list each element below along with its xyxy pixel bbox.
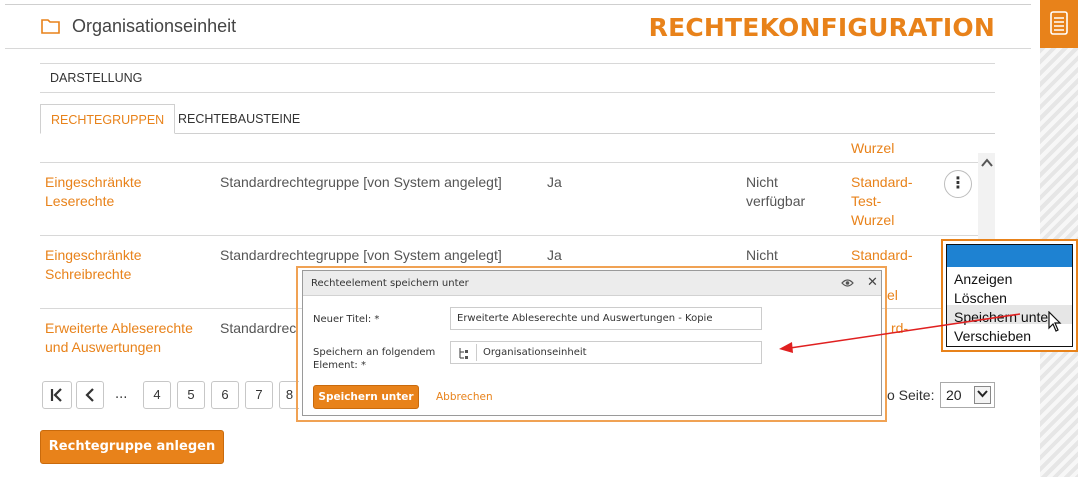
table-row-flag: Ja <box>547 247 562 263</box>
save-as-button[interactable]: Speichern unter <box>313 385 419 409</box>
page-title: Organisationseinheit <box>72 16 237 36</box>
chevron-down-icon <box>974 386 991 404</box>
tab-rechtebausteine[interactable]: RECHTEBAUSTEINE <box>168 104 310 134</box>
section-label[interactable]: DARSTELLUNG <box>50 71 142 85</box>
save-as-dialog: Rechteelement speichern unter ✕ Neuer Ti… <box>302 270 882 416</box>
per-page-label: o Seite: <box>887 387 935 403</box>
target-element-value: Organisationseinheit <box>483 347 587 358</box>
table-row-type: Standardrechtegruppe [von System angeleg… <box>220 247 502 263</box>
per-page-select[interactable]: 20 <box>940 382 995 408</box>
section-divider-bottom <box>40 92 995 93</box>
target-element-label-line1: Speichern an folgendem <box>313 347 436 358</box>
table-row-root[interactable]: Standard- <box>851 246 912 265</box>
eye-icon[interactable] <box>841 278 854 288</box>
input-separator <box>476 344 477 361</box>
mouse-cursor-icon <box>1048 311 1062 332</box>
table-row-availability: Nicht verfügbar <box>746 174 806 209</box>
context-menu-highlight: Anzeigen Löschen Speichern unter Verschi… <box>941 239 1078 352</box>
pager-page-4[interactable]: 4 <box>143 381 171 409</box>
section-divider-top <box>40 63 995 64</box>
side-panel-button[interactable] <box>1040 0 1078 48</box>
context-menu-item-delete[interactable]: Löschen <box>954 290 1007 306</box>
table-row-availability: Nicht <box>746 247 778 263</box>
folder-icon <box>41 19 60 34</box>
per-page-value: 20 <box>946 387 962 403</box>
target-element-input[interactable]: Organisationseinheit <box>450 341 762 364</box>
new-title-label: Neuer Titel: * <box>313 314 380 325</box>
row-actions-button[interactable]: ⋮ <box>944 170 972 198</box>
table-row-divider <box>40 162 978 163</box>
table-row-name[interactable]: Eingeschränkte Leserechte <box>45 173 185 211</box>
pager-page-6[interactable]: 6 <box>211 381 239 409</box>
pager-ellipsis: ... <box>115 387 128 402</box>
chevron-left-icon <box>85 388 94 402</box>
first-page-icon <box>50 388 62 402</box>
pager-page-5[interactable]: 5 <box>177 381 205 409</box>
table-row-root[interactable]: Standard-Test-Wurzel <box>851 173 917 230</box>
brand-title: RECHTEKONFIGURATION <box>648 13 995 42</box>
table-row-root-fragment[interactable]: rd- <box>891 319 908 338</box>
pager-page-7[interactable]: 7 <box>245 381 273 409</box>
table-row-type: Standardrechtegruppe [von System angeleg… <box>220 174 502 190</box>
scroll-up-icon[interactable] <box>979 155 995 171</box>
table-row-name[interactable]: Eingeschränkte Schreibrechte <box>45 246 185 284</box>
cancel-button[interactable]: Abbrechen <box>436 391 493 403</box>
pager-first-button[interactable] <box>42 381 72 409</box>
context-menu-item-show[interactable]: Anzeigen <box>954 271 1012 287</box>
context-menu-selected-row[interactable] <box>947 245 1072 267</box>
column-header-root[interactable]: Wurzel <box>851 140 894 156</box>
context-menu-item-move[interactable]: Verschieben <box>954 328 1031 344</box>
top-border <box>5 4 1031 5</box>
header-divider <box>5 48 1031 49</box>
close-icon[interactable]: ✕ <box>867 275 878 290</box>
list-icon <box>1050 11 1068 35</box>
new-title-input[interactable]: Erweiterte Ableserechte und Auswertungen… <box>450 307 762 330</box>
table-row-root-fragment[interactable]: el <box>887 286 898 305</box>
dialog-header: Rechteelement speichern unter ✕ <box>303 271 881 296</box>
table-row-name[interactable]: Erweiterte Ableserechte und Auswertungen <box>45 319 215 357</box>
tab-rechtegruppen[interactable]: RECHTEGRUPPEN <box>40 104 176 134</box>
table-row-type: Standardrec <box>220 320 297 336</box>
context-menu-item-save-as[interactable]: Speichern unter <box>954 309 1053 325</box>
target-element-label-line2: Element: * <box>313 360 366 371</box>
dialog-title: Rechteelement speichern unter <box>311 278 469 289</box>
table-row-divider <box>40 235 978 236</box>
tab-bar: RECHTEGRUPPEN RECHTEBAUSTEINE <box>40 104 995 134</box>
table-row-flag: Ja <box>547 174 562 190</box>
tree-icon <box>459 348 468 359</box>
pager-prev-button[interactable] <box>76 381 104 409</box>
create-rights-group-button[interactable]: Rechtegruppe anlegen <box>40 430 224 464</box>
